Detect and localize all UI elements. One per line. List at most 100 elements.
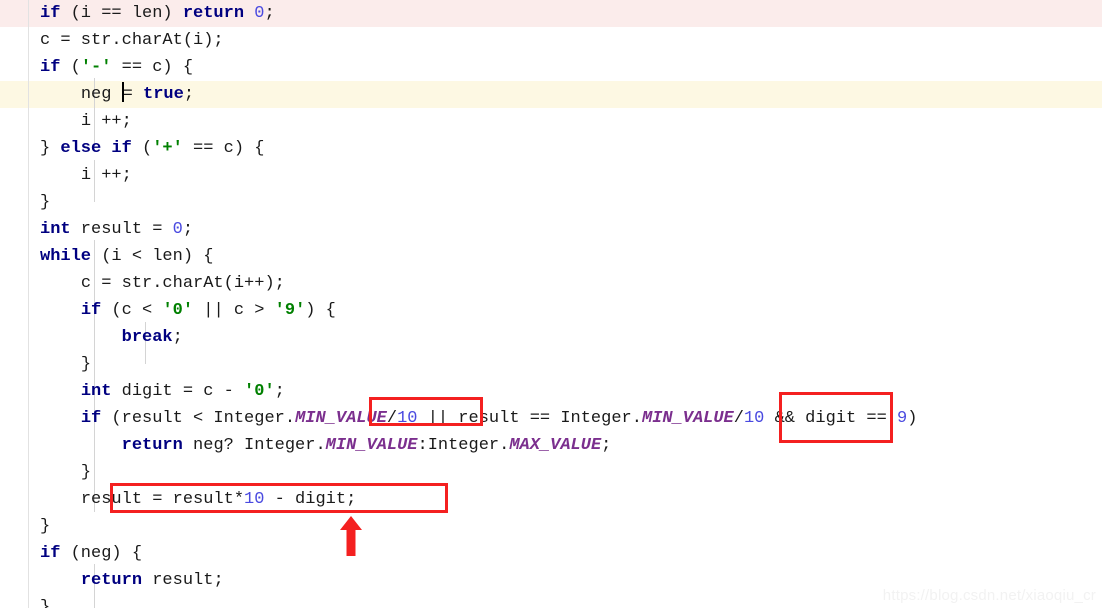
code-line[interactable]: if (i == len) return 0; [0, 0, 1102, 27]
token-pln: (result < Integer. [101, 409, 296, 428]
token-num: 10 [244, 490, 265, 509]
watermark-text: https://blog.csdn.net/xiaoqiu_cr [882, 587, 1096, 604]
token-pln [244, 4, 254, 23]
token-pln: i ++; [80, 166, 132, 185]
token-num: 9 [897, 409, 908, 428]
token-pln: == c) { [111, 58, 194, 77]
token-str: '-' [80, 58, 112, 77]
token-kw: if [80, 409, 102, 428]
token-kw: if [80, 301, 102, 320]
token-pln: - digit; [264, 490, 357, 509]
code-line[interactable]: break; [0, 324, 1102, 351]
token-pln: } [80, 355, 92, 374]
token-kw: if [40, 544, 61, 563]
token-str: '0' [244, 382, 275, 401]
token-kw: return [182, 4, 245, 23]
code-line[interactable]: } [0, 459, 1102, 486]
code-line[interactable]: int digit = c - '0'; [0, 378, 1102, 405]
token-num: 10 [397, 409, 418, 428]
red-up-arrow-icon [340, 516, 362, 556]
token-kw: if [40, 4, 61, 23]
code-line[interactable]: neg = true; [0, 81, 1102, 108]
token-kw: return [121, 436, 183, 455]
token-kw: if [40, 58, 61, 77]
code-line[interactable]: if (c < '0' || c > '9') { [0, 297, 1102, 324]
token-pln: (c < [101, 301, 163, 320]
token-pln: ) { [305, 301, 336, 320]
token-pln: / [733, 409, 744, 428]
token-pln: / [386, 409, 398, 428]
token-pln: c = str.charAt(i); [40, 31, 224, 50]
token-pln: result = result* [80, 490, 245, 509]
token-pln: result; [142, 571, 224, 590]
code-line[interactable]: if (neg) { [0, 540, 1102, 567]
token-kw: return [80, 571, 143, 590]
token-pln: neg [80, 85, 122, 104]
token-fld: MIN_VALUE [641, 409, 734, 428]
code-line[interactable]: } [0, 513, 1102, 540]
token-kw: break [121, 328, 173, 347]
token-pln: == c) { [182, 139, 265, 158]
token-fld: MIN_VALUE [295, 409, 387, 428]
token-str: '+' [152, 139, 183, 158]
token-pln: && digit == [764, 409, 897, 428]
token-num: 10 [743, 409, 765, 428]
text-caret [121, 82, 124, 102]
code-line[interactable]: if ('-' == c) { [0, 54, 1102, 81]
token-pln: ; [601, 436, 612, 455]
code-line[interactable]: c = str.charAt(i); [0, 27, 1102, 54]
token-pln: (i < len) { [91, 247, 214, 266]
token-pln: i ++; [80, 112, 132, 131]
code-line[interactable]: } [0, 351, 1102, 378]
token-pln: neg? Integer. [182, 436, 326, 455]
token-pln: ; [274, 382, 285, 401]
token-pln: } [40, 139, 61, 158]
token-pln: digit = c - [111, 382, 245, 401]
token-num: 0 [172, 220, 183, 239]
token-kw: while [40, 247, 92, 266]
code-text-layer[interactable]: if (i == len) return 0; c = str.charAt(i)… [0, 0, 1102, 608]
token-pln: } [80, 463, 92, 482]
code-line[interactable]: i ++; [0, 162, 1102, 189]
token-pln: ; [264, 4, 275, 23]
token-pln: ; [172, 328, 183, 347]
token-kw: else if [60, 139, 132, 158]
code-line[interactable]: i ++; [0, 108, 1102, 135]
code-line[interactable]: if (result < Integer.MIN_VALUE/10 || res… [0, 405, 1102, 432]
token-pln: } [40, 193, 51, 212]
token-pln: } [40, 598, 51, 608]
code-editor[interactable]: if (i == len) return 0; c = str.charAt(i)… [0, 0, 1102, 608]
token-pln: || c > [193, 301, 275, 320]
token-kw: int [40, 220, 71, 239]
code-line[interactable]: result = result*10 - digit; [0, 486, 1102, 513]
token-fld: MIN_VALUE [325, 436, 418, 455]
token-num: 0 [254, 4, 265, 23]
code-line[interactable]: int result = 0; [0, 216, 1102, 243]
token-pln: ) [907, 409, 918, 428]
code-line[interactable]: return neg? Integer.MIN_VALUE:Integer.MA… [0, 432, 1102, 459]
token-str: '9' [274, 301, 306, 320]
token-fld: MAX_VALUE [509, 436, 602, 455]
code-line[interactable]: } else if ('+' == c) { [0, 135, 1102, 162]
token-pln: ; [183, 85, 195, 104]
token-pln: ; [182, 220, 194, 239]
code-line[interactable]: while (i < len) { [0, 243, 1102, 270]
token-pln: (neg) { [60, 544, 143, 563]
token-pln: = [122, 85, 144, 104]
code-line[interactable]: c = str.charAt(i++); [0, 270, 1102, 297]
token-pln: } [40, 517, 51, 536]
code-line[interactable]: } [0, 189, 1102, 216]
